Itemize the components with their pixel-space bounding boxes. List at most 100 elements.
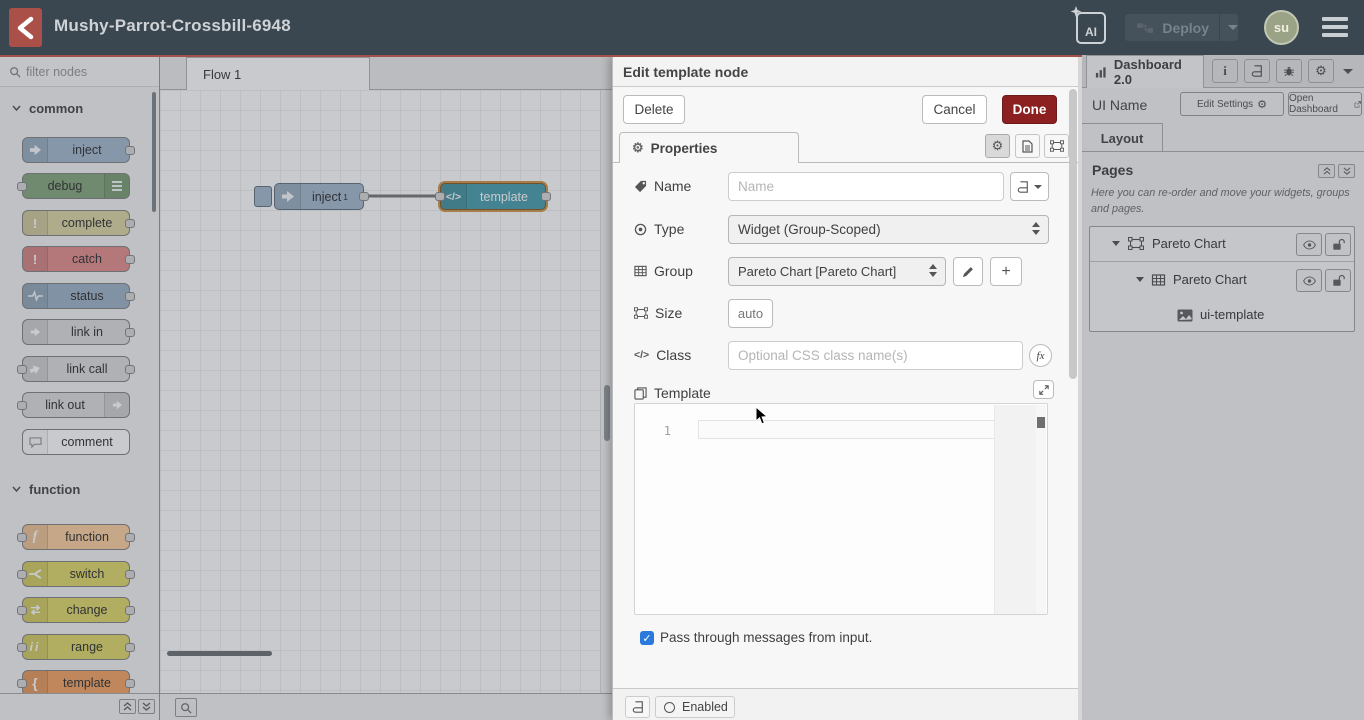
- expand-all-button[interactable]: [138, 699, 155, 714]
- category-common[interactable]: common: [0, 97, 159, 119]
- palette-node-catch[interactable]: ! catch: [22, 246, 130, 272]
- tree-row-page-pareto-chart[interactable]: Pareto Chart: [1090, 227, 1354, 262]
- dashboard-sidebar: Dashboard 2.0 i ⚙ UI Name Edit Settings …: [1082, 55, 1364, 720]
- catch-icon: !: [23, 247, 48, 271]
- chevron-down-icon[interactable]: [1136, 277, 1144, 282]
- visibility-button[interactable]: [1296, 269, 1322, 292]
- visibility-button[interactable]: [1296, 233, 1322, 256]
- output-port: [125, 606, 135, 615]
- palette-node-change[interactable]: change: [22, 597, 130, 623]
- tree-row-widget-ui-template[interactable]: ui-template: [1090, 298, 1354, 333]
- palette-node-switch[interactable]: switch: [22, 561, 130, 587]
- flow-canvas[interactable]: inject1 </> template: [160, 90, 612, 693]
- delete-button[interactable]: Delete: [623, 95, 685, 124]
- info-button[interactable]: i: [1212, 59, 1238, 83]
- palette-node-link-call[interactable]: link call: [22, 356, 130, 382]
- done-button[interactable]: Done: [1002, 95, 1057, 124]
- palette-node-function[interactable]: f function: [22, 524, 130, 550]
- pages-expand-button[interactable]: [1338, 164, 1355, 178]
- palette-node-comment[interactable]: comment: [22, 429, 130, 455]
- chevron-down-icon[interactable]: [1112, 241, 1120, 246]
- input-port: [17, 182, 27, 191]
- inject-trigger-button[interactable]: [254, 186, 272, 207]
- palette-scrollbar[interactable]: [152, 92, 156, 212]
- tag-icon: [634, 180, 647, 193]
- deploy-caret-icon[interactable]: [1228, 25, 1238, 30]
- template-code-editor[interactable]: 1: [634, 403, 1048, 615]
- sidebar-menu-caret-icon[interactable]: [1343, 69, 1353, 74]
- docs-button[interactable]: [625, 696, 650, 718]
- settings-button[interactable]: ⚙: [1308, 59, 1334, 83]
- category-function[interactable]: function: [0, 478, 159, 500]
- output-port[interactable]: [359, 192, 369, 201]
- input-port[interactable]: [435, 192, 445, 201]
- gear-icon: ⚙: [632, 140, 644, 156]
- palette-node-status[interactable]: status: [22, 283, 130, 309]
- palette-footer: [0, 693, 159, 720]
- eye-icon: [1303, 276, 1316, 286]
- ui-template-node[interactable]: </> template: [440, 183, 546, 210]
- output-port[interactable]: [541, 192, 551, 201]
- fx-button[interactable]: fx: [1029, 344, 1052, 367]
- tab-properties[interactable]: ⚙ Properties: [619, 132, 799, 163]
- add-group-button[interactable]: +: [990, 257, 1022, 286]
- panel-splitter[interactable]: [1078, 57, 1082, 720]
- palette-node-range[interactable]: ii range: [22, 634, 130, 660]
- tab-layout[interactable]: Layout: [1082, 123, 1163, 152]
- select-arrows-icon: [1032, 222, 1040, 235]
- open-dashboard-button[interactable]: Open Dashboard: [1288, 92, 1362, 116]
- type-select[interactable]: Widget (Group-Scoped): [728, 215, 1049, 244]
- pages-collapse-button[interactable]: [1318, 164, 1335, 178]
- user-avatar[interactable]: su: [1264, 10, 1299, 45]
- lock-button[interactable]: [1325, 233, 1351, 256]
- layout-tree: Pareto Chart Pareto Chart: [1089, 226, 1355, 332]
- tab-dashboard-2-0[interactable]: Dashboard 2.0: [1086, 55, 1204, 88]
- zoom-search-button[interactable]: [175, 698, 197, 717]
- cancel-button[interactable]: Cancel: [922, 95, 987, 124]
- dialog-scrollbar[interactable]: [1069, 89, 1077, 379]
- layout-tab-divider: [1082, 151, 1364, 152]
- palette-node-link-in[interactable]: link in: [22, 319, 130, 345]
- inject-icon: [23, 138, 48, 162]
- main-menu-button[interactable]: [1322, 17, 1348, 41]
- collapse-all-button[interactable]: [119, 699, 136, 714]
- label-options-button[interactable]: [1010, 172, 1049, 201]
- book-icon: [632, 701, 644, 713]
- filter-nodes-input[interactable]: [26, 61, 151, 83]
- edit-group-button[interactable]: [953, 257, 983, 286]
- help-button[interactable]: [1244, 59, 1270, 83]
- bar-chart-icon: [1095, 66, 1108, 78]
- expand-editor-button[interactable]: [1033, 380, 1054, 399]
- palette-node-inject[interactable]: inject: [22, 137, 130, 163]
- gear-icon: ⚙: [992, 138, 1004, 154]
- passthrough-checkbox[interactable]: ✓: [640, 631, 654, 645]
- description-tab-button[interactable]: [1015, 134, 1040, 158]
- debug-button[interactable]: [1276, 59, 1302, 83]
- node-palette: common inject debug ! complete ! catch s…: [0, 57, 160, 720]
- node-red-logo-icon[interactable]: [9, 8, 42, 47]
- appearance-tab-button[interactable]: [1044, 134, 1069, 158]
- class-input[interactable]: [728, 341, 1023, 370]
- lock-button[interactable]: [1325, 269, 1351, 292]
- vertical-scrollbar[interactable]: [604, 385, 610, 441]
- editor-scrollbar[interactable]: [1037, 417, 1045, 428]
- deploy-button[interactable]: Deploy: [1125, 14, 1238, 41]
- palette-node-link-out[interactable]: link out: [22, 392, 130, 418]
- group-select[interactable]: Pareto Chart [Pareto Chart]: [728, 257, 946, 286]
- node-enabled-toggle[interactable]: Enabled: [655, 696, 735, 718]
- edit-settings-button[interactable]: Edit Settings ⚙: [1180, 92, 1284, 116]
- size-auto-button[interactable]: auto: [728, 299, 773, 328]
- properties-tab-button[interactable]: ⚙: [985, 134, 1010, 158]
- input-port: [17, 533, 27, 542]
- wire: [160, 90, 612, 693]
- horizontal-scrollbar[interactable]: [167, 651, 272, 656]
- tab-flow-1[interactable]: Flow 1: [186, 57, 370, 90]
- workspace-title: Mushy-Parrot-Crossbill-6948: [54, 16, 291, 36]
- palette-node-debug[interactable]: debug: [22, 173, 130, 199]
- editor-minimap: [994, 405, 1036, 614]
- palette-node-complete[interactable]: ! complete: [22, 210, 130, 236]
- tree-row-group-pareto-chart[interactable]: Pareto Chart: [1090, 263, 1354, 298]
- inject-node[interactable]: inject1: [274, 183, 364, 210]
- ai-assistant-button[interactable]: AI: [1076, 12, 1106, 44]
- name-input[interactable]: [728, 172, 1004, 201]
